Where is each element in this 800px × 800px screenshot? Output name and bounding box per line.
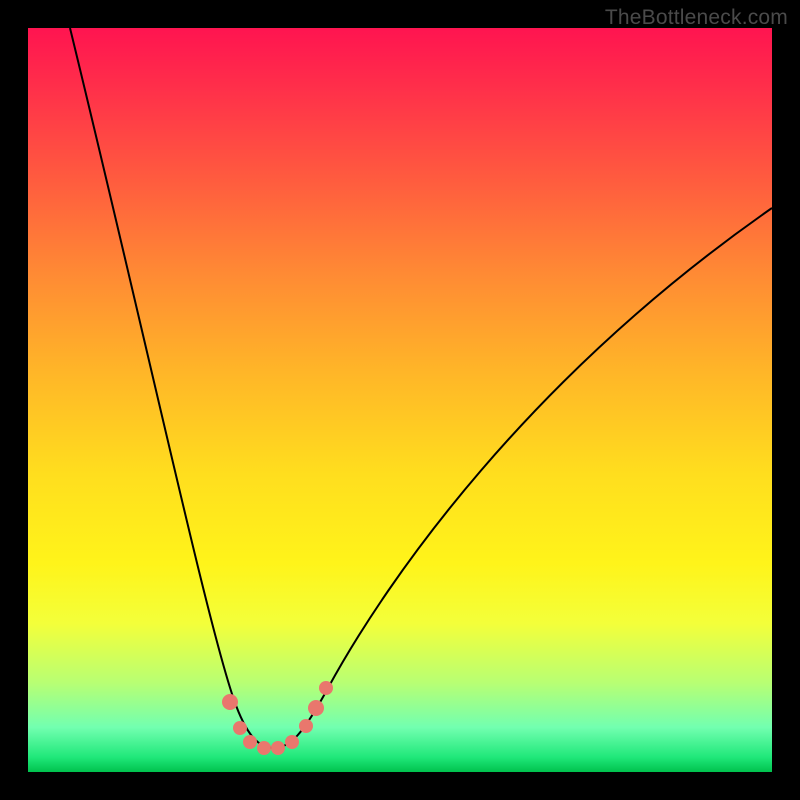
bottleneck-curve (70, 28, 772, 748)
data-point (319, 681, 333, 695)
curve-layer (28, 28, 772, 772)
source-credit: TheBottleneck.com (605, 6, 788, 30)
data-point (271, 741, 285, 755)
data-point (299, 719, 313, 733)
data-point (243, 735, 257, 749)
data-point (222, 694, 238, 710)
data-point (233, 721, 247, 735)
data-point (308, 700, 324, 716)
data-point (257, 741, 271, 755)
data-point (285, 735, 299, 749)
chart-frame: TheBottleneck.com (0, 0, 800, 800)
plot-area (28, 28, 772, 772)
